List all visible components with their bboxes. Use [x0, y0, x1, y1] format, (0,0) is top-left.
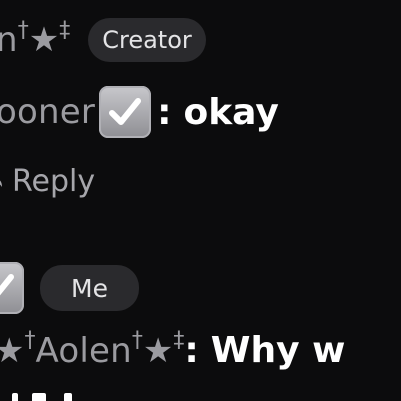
reply-arrow-icon [0, 167, 4, 197]
colon: : [157, 91, 172, 133]
message-text: okay [183, 91, 279, 133]
message-text: Why w [210, 330, 346, 371]
reply-action[interactable]: Reply [0, 164, 95, 199]
dagger-symbol: † [24, 328, 36, 353]
dagger-symbol: † [131, 328, 143, 353]
comment-line-2: ★ † Aolen † ★ ‡ : Why w [0, 328, 346, 371]
colon: : [184, 330, 199, 371]
comment-header-2: Me [0, 262, 139, 314]
author-name[interactable]: n [0, 20, 18, 60]
cutoff-text-line [12, 392, 392, 401]
checkmark-icon [0, 262, 24, 314]
reply-line-1: ooner : okay [0, 86, 279, 138]
reply-author-name[interactable]: ooner [0, 92, 95, 132]
double-dagger-symbol: ‡ [173, 328, 185, 353]
star-icon: ★ [142, 330, 174, 371]
comment-header-1: n † ★ ‡ Creator [0, 18, 206, 62]
reply-button[interactable]: Reply [12, 164, 95, 199]
star-icon: ★ [0, 330, 25, 371]
author-name[interactable]: Aolen [35, 331, 131, 371]
star-icon: ★ [28, 20, 60, 60]
comment-thread: n † ★ ‡ Creator ooner : okay Reply Me ★ … [0, 0, 401, 401]
creator-badge: Creator [88, 18, 206, 62]
checkmark-icon [99, 86, 152, 138]
dagger-symbol: † [17, 17, 29, 43]
double-dagger-symbol: ‡ [59, 17, 71, 43]
me-badge: Me [40, 265, 139, 311]
